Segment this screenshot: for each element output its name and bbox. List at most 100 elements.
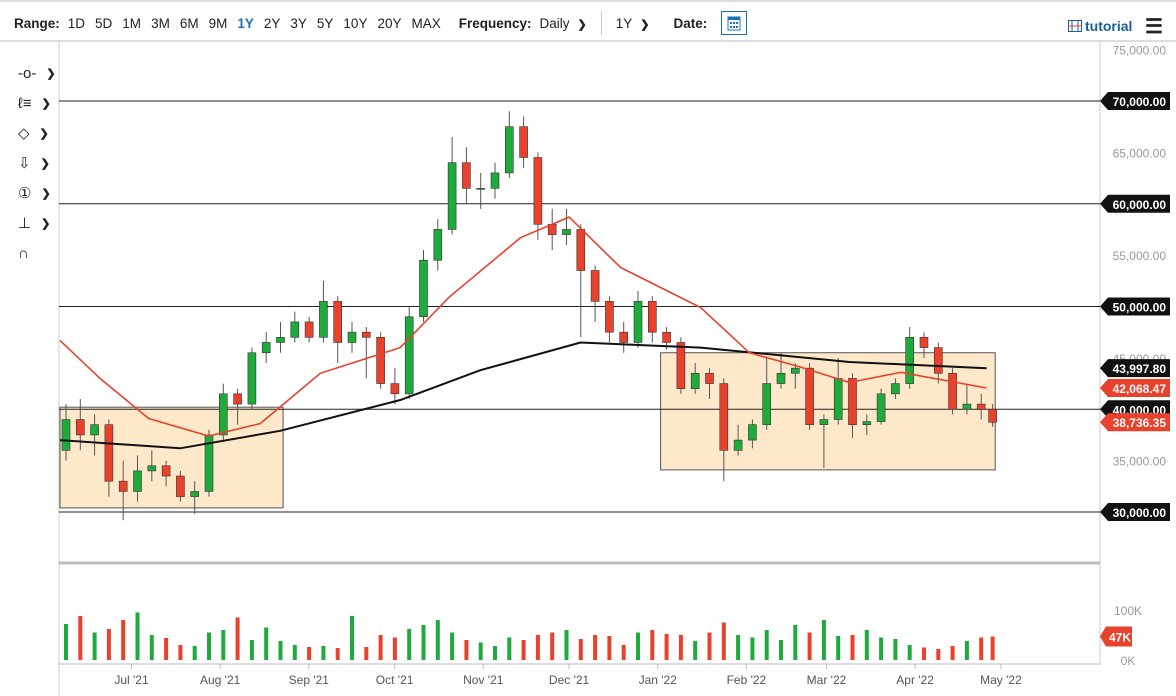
volume-bar [979,637,984,660]
volume-bar [621,645,626,660]
volume-bar [392,637,397,660]
volume-bar [106,629,111,660]
candle-body [247,352,257,405]
volume-bar [335,648,340,660]
candle-body [133,470,142,492]
candle-body [533,157,543,225]
candle-body [719,383,729,451]
volume-bar [249,640,254,660]
volume-bar [350,616,354,660]
range-box [59,406,284,509]
candle-body [633,301,643,343]
volume-bar [164,638,169,660]
volume-bar [879,637,884,660]
candle-body [676,342,686,389]
candle-body [390,383,400,395]
volume-bar [693,641,698,660]
candle-body [833,378,843,420]
x-tick-label: Jul '21 [114,673,149,687]
range-box [660,352,996,471]
x-tick-label: Mar '22 [807,673,847,687]
candle-body [276,337,285,343]
candle-body [905,337,915,384]
volume-bar [364,647,369,660]
candle-body [962,403,972,410]
volume-bar [550,632,555,660]
candle-body [762,383,772,425]
candle-body [376,337,385,384]
volume-bar [321,646,326,660]
volume-bar [636,632,640,660]
volume-bar [950,646,955,660]
volume-bar [893,639,898,660]
candle-body [819,419,829,425]
volume-tick-label: 100K [1114,604,1142,618]
volume-bar [593,635,598,660]
y-tick-label: 75,000.00 [1113,44,1167,58]
volume-bar [678,635,683,660]
candle-body [619,331,629,343]
price-tag-label: 30,000.00 [1113,506,1167,520]
volume-bar [990,636,995,660]
volume-bar [307,647,312,660]
x-tick-label: Sep '21 [289,673,330,687]
candle-body [476,188,486,190]
volume-bar [221,630,226,660]
x-tick-label: Oct '21 [376,673,414,687]
candle-body [447,162,457,230]
volume-bar [407,629,412,660]
volume-bar [64,624,68,660]
candle-body [576,229,586,271]
volume-bar [907,645,912,660]
candle-body [988,408,997,423]
price-tag-label: 50,000.00 [1113,301,1167,315]
candle-body [805,367,814,425]
candle-body [848,378,857,425]
candle-body [891,383,900,395]
volume-bar [178,645,183,660]
candle-body [933,347,943,374]
volume-bar [936,649,941,660]
x-tick-label: Aug '21 [200,673,241,687]
volume-bar [736,635,741,660]
volume-bar [264,627,269,660]
volume-bar [779,640,783,660]
candle-body [90,424,99,436]
volume-bar [192,646,197,660]
candle-body [519,126,528,158]
volume-bar [578,639,583,660]
volume-bar [121,620,126,660]
volume-bar [478,642,483,660]
candle-body [118,480,128,492]
price-tag-label: 43,997.80 [1113,362,1167,376]
volume-bar [435,620,440,660]
volume-bar [292,645,297,660]
candle-body [319,301,328,338]
candle-body [147,465,157,472]
price-chart[interactable]: 75,000.00 70,000.00 65,000.00 60,000.00 55,0… [0,0,1176,696]
volume-tag-label: 47K [1109,631,1131,645]
volume-bar [964,641,969,660]
price-tag-label: 60,000.00 [1113,198,1167,212]
volume-tick-label: 0K [1121,654,1136,668]
candle-body [919,337,929,348]
candle-body [662,331,671,343]
candle-body [219,393,228,436]
volume-bar [807,632,812,660]
volume-bar [607,636,612,660]
candle-body [361,331,371,338]
volume-bar [493,646,497,660]
volume-bar [421,625,426,660]
volume-bar [821,620,826,660]
volume-bar [92,632,97,660]
volume-bar [750,637,755,660]
candle-body [333,301,343,343]
candle-body [347,331,357,343]
candle-body [290,321,300,338]
volume-bar [836,636,841,660]
candle-body [562,229,571,235]
volume-bar [793,625,798,660]
volume-bar [721,622,726,660]
y-tick-label: 65,000.00 [1113,146,1167,160]
candle-body [261,342,271,354]
